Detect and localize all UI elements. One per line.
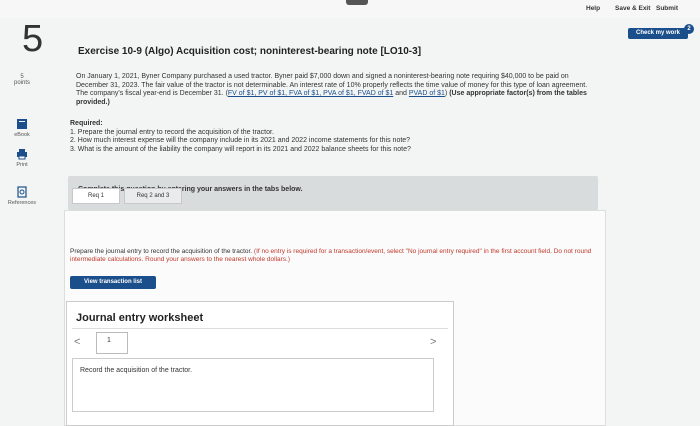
exercise-title: Exercise 10-9 (Algo) Acquisition cost; n…	[78, 46, 422, 57]
required-item-2: 2. How much interest expense will the co…	[70, 137, 411, 144]
view-transaction-list-button[interactable]: View transaction list	[70, 276, 156, 289]
sidebar-item-references[interactable]: References	[2, 186, 42, 206]
print-icon	[17, 149, 27, 160]
page-number: 1	[107, 337, 111, 344]
save-exit-link[interactable]: Save & Exit	[615, 5, 650, 12]
references-icon	[17, 186, 27, 198]
sidebar-item-label: References	[7, 200, 37, 206]
and-text: and	[393, 90, 409, 97]
top-handle	[346, 0, 368, 5]
instruction-main: Prepare the journal entry to record the …	[70, 248, 254, 255]
book-icon	[17, 119, 27, 129]
sidebar-item-ebook[interactable]: eBook	[2, 118, 42, 138]
transaction-description: Record the acquisition of the tractor.	[80, 367, 193, 374]
chevron-right-icon[interactable]: >	[430, 336, 436, 348]
sidebar-item-label: Print	[16, 162, 28, 168]
points-label: points	[13, 80, 30, 86]
sidebar-item-label: eBook	[14, 132, 30, 138]
chevron-left-icon[interactable]: <	[74, 336, 80, 348]
check-count-badge: 2	[684, 24, 694, 34]
pvad-link[interactable]: PVAD of $1	[409, 90, 445, 97]
required-section: Required: 1. Prepare the journal entry t…	[70, 120, 590, 154]
exercise-description: On January 1, 2021, Byner Company purcha…	[76, 73, 601, 107]
points-indicator: 5 points	[2, 74, 42, 86]
tab-req-2-and-3[interactable]: Req 2 and 3	[124, 188, 182, 204]
tab-req-1[interactable]: Req 1	[72, 188, 120, 204]
required-label: Required:	[70, 120, 103, 127]
page-indicator[interactable]	[96, 332, 128, 354]
content-instruction: Prepare the journal entry to record the …	[70, 248, 598, 264]
required-item-1: 1. Prepare the journal entry to record t…	[70, 128, 274, 136]
divider	[72, 328, 448, 329]
check-my-work-button[interactable]: Check my work	[628, 28, 688, 39]
question-number: 5	[22, 18, 44, 60]
sidebar-item-print[interactable]: Print	[2, 148, 42, 168]
help-link[interactable]: Help	[586, 5, 600, 12]
journal-worksheet-title: Journal entry worksheet	[76, 312, 204, 324]
factor-table-links[interactable]: FV of $1, PV of $1, FVA of $1, PVA of $1…	[228, 90, 393, 97]
submit-link[interactable]: Submit	[656, 5, 678, 12]
required-item-3: 3. What is the amount of the liability t…	[70, 145, 411, 153]
